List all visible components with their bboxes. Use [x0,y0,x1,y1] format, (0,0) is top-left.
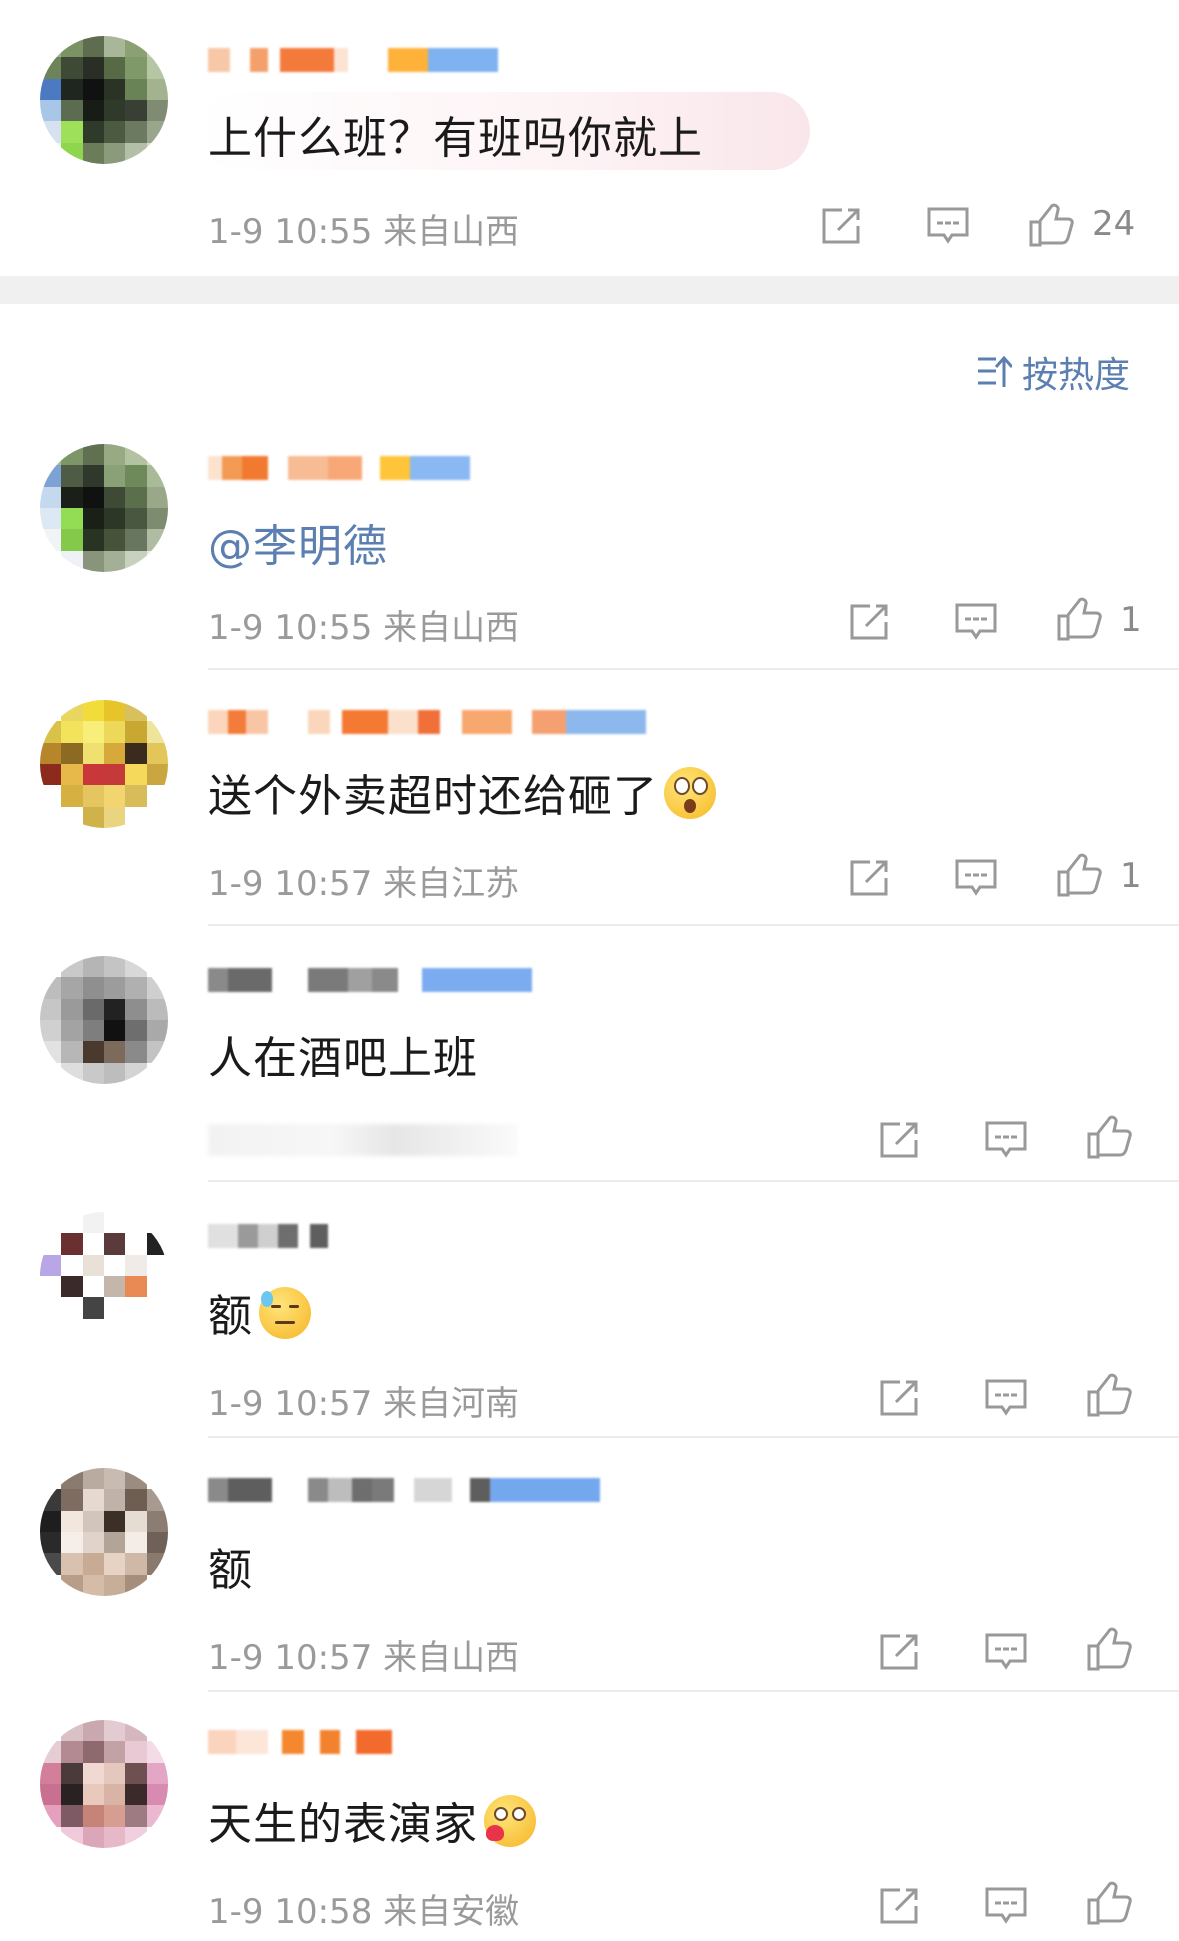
comment-item: 额 1-9 10:57 来自河南 [0,1182,1179,1438]
comment-icon[interactable] [954,858,998,898]
sort-icon [978,355,1012,387]
username-blurred[interactable] [208,42,498,78]
like-icon[interactable] [1028,202,1074,248]
avatar[interactable] [40,700,168,828]
heart-emoji [484,1795,536,1847]
username-blurred[interactable] [208,450,470,486]
like-count: 1 [1120,600,1142,640]
username-blurred[interactable] [208,704,646,740]
username-blurred[interactable] [208,1472,600,1508]
sweat-emoji [259,1287,311,1339]
comment-icon[interactable] [954,602,998,642]
sort-label: 按热度 [1022,355,1131,396]
comment-meta: 1-9 10:57 来自山西 [208,1638,520,1678]
comment-icon[interactable] [926,206,970,246]
comment-icon[interactable] [984,1886,1028,1926]
section-divider [0,276,1179,304]
username-blurred[interactable] [208,1724,392,1760]
shocked-emoji [664,767,716,819]
comment-text: 额 [208,1545,253,1596]
comment-meta: 1-9 10:57 来自河南 [208,1384,520,1424]
avatar[interactable] [40,1468,168,1596]
comment-item: 人在酒吧上班 [0,926,1179,1182]
comment-meta: 1-9 10:55 来自山西 [208,608,520,648]
comment-icon[interactable] [984,1378,1028,1418]
like-icon[interactable] [1086,1372,1132,1418]
like-icon[interactable] [1086,1880,1132,1926]
mention-link[interactable]: @李明德 [208,510,388,574]
comment-item: @李明德 1-9 10:55 来自山西 1 [0,430,1179,670]
like-icon[interactable] [1056,852,1102,898]
top-comment: 上什么班？有班吗你就上 1-9 10:55 来自山西 24 [0,0,1179,276]
comment-text: 人在酒吧上班 [208,1033,478,1084]
like-icon[interactable] [1056,596,1102,642]
comment-text: 上什么班？有班吗你就上 [208,113,703,164]
comment-text: 送个外卖超时还给砸了 [208,760,716,824]
comment-icon[interactable] [984,1632,1028,1672]
avatar[interactable] [40,36,168,164]
comment-item: 额 1-9 10:57 来自山西 [0,1438,1179,1694]
comment-text: 天生的表演家 [208,1788,536,1852]
comment-meta: 1-9 10:55 来自山西 [208,212,520,252]
like-icon[interactable] [1086,1114,1132,1160]
comment-text: 额 [208,1280,311,1344]
sort-button[interactable]: 按热度 [976,350,1130,396]
comment-item: 送个外卖超时还给砸了 1-9 10:57 来自江苏 1 [0,670,1179,926]
share-icon[interactable] [848,602,892,642]
share-icon[interactable] [878,1886,922,1926]
comment-meta: 1-9 10:58 来自安徽 [208,1892,520,1932]
share-icon[interactable] [848,858,892,898]
comment-item: 天生的表演家 1-9 10:58 来自安徽 [0,1692,1179,1941]
avatar[interactable] [40,956,168,1084]
avatar[interactable] [40,444,168,572]
share-icon[interactable] [878,1378,922,1418]
like-icon[interactable] [1086,1626,1132,1672]
share-icon[interactable] [878,1120,922,1160]
like-count: 1 [1120,856,1142,896]
avatar[interactable] [40,1720,168,1848]
username-blurred[interactable] [208,1218,328,1254]
comment-icon[interactable] [984,1120,1028,1160]
share-icon[interactable] [820,206,864,246]
meta-blurred [208,1124,518,1156]
comment-meta: 1-9 10:57 来自江苏 [208,864,520,904]
avatar[interactable] [40,1212,168,1340]
username-blurred[interactable] [208,962,532,998]
like-count: 24 [1092,204,1136,244]
share-icon[interactable] [878,1632,922,1672]
